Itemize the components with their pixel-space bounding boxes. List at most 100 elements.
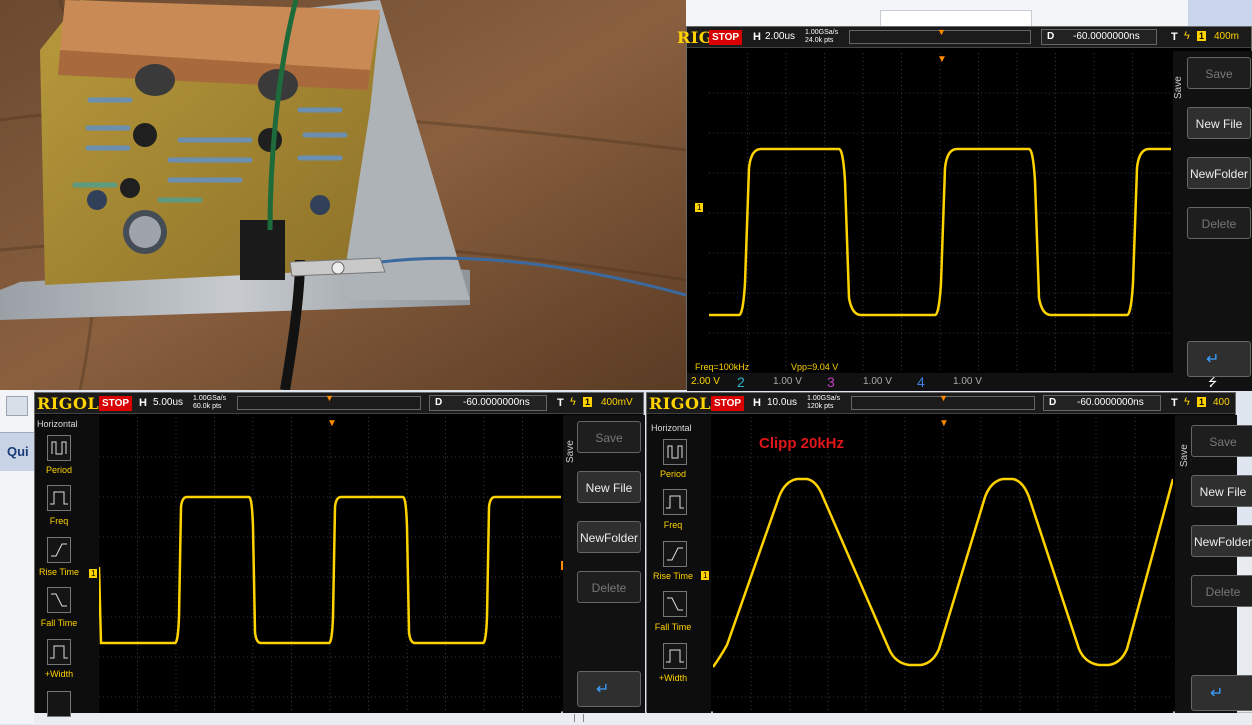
back-button[interactable]: ↵ — [1187, 341, 1251, 377]
save-button[interactable]: Save — [1187, 57, 1251, 89]
trigger-time-marker: ▼ — [937, 54, 947, 65]
channel-bar: 2.00 V 2 1.00 V 3 1.00 V 4 1.00 V — [687, 373, 1173, 391]
run-stop-status[interactable]: STOP — [99, 396, 133, 411]
new-file-button[interactable]: New File — [577, 471, 641, 503]
period-icon[interactable] — [47, 435, 71, 461]
save-button[interactable]: Save — [1191, 425, 1252, 457]
frequency-label: Freq — [49, 516, 69, 526]
delete-button[interactable]: Delete — [577, 571, 641, 603]
ch1-marker: 1 — [695, 203, 704, 212]
trigger-level: 400mV — [601, 397, 633, 408]
horizontal-menu: Horizontal Period Freq Rise Time Fall Ti… — [35, 415, 99, 717]
new-folder-button[interactable]: NewFolder — [577, 521, 641, 553]
trigger-time-marker: ▼ — [327, 418, 337, 429]
new-file-button[interactable]: New File — [1191, 475, 1252, 507]
delete-button[interactable]: Delete — [1191, 575, 1252, 607]
rise-time-icon[interactable] — [47, 537, 71, 563]
positive-width-icon[interactable] — [47, 639, 71, 665]
return-arrow-icon: ↵ — [1210, 685, 1224, 702]
trigger-label: T — [557, 397, 564, 409]
trigger-source: 1 — [1197, 397, 1207, 407]
fall-time-icon[interactable] — [47, 587, 71, 613]
trigger-label: T — [1171, 397, 1178, 409]
amplifier-board-image — [0, 0, 686, 390]
ch3-label[interactable]: 3 — [827, 374, 835, 390]
negative-width-icon[interactable] — [47, 691, 71, 717]
fall-time-label: Fall Time — [40, 618, 78, 628]
rise-time-icon[interactable] — [663, 541, 687, 567]
ch2-label[interactable]: 2 — [737, 374, 745, 390]
delay-value: -60.0000000ns — [1077, 397, 1144, 408]
frequency-icon[interactable] — [47, 485, 71, 511]
scope-top-right-toolbar: RIGOL STOP H 2.00us 1.00GSa/s24.0k pts ▼… — [677, 27, 1251, 48]
rigol-logo: RIGOL — [37, 394, 100, 413]
rise-time-label: Rise Time — [38, 567, 79, 577]
save-panel-bottom-right: Save Save New File NewFolder Delete ↵ — [1175, 415, 1252, 713]
scope-bottom-right-toolbar: RIGOL STOP H 10.0us 1.00GSa/s 120k pts ▼ … — [647, 393, 1235, 414]
sample-rate: 1.00GSa/s 24.0k pts — [805, 29, 839, 44]
delay-label: D — [1047, 31, 1055, 42]
time-per-div[interactable]: 5.00us — [153, 397, 183, 408]
ch1-marker: 1 — [701, 571, 710, 580]
trigger-edge-icon: ϟ — [1184, 396, 1190, 408]
usb-icon: ⭍ — [1208, 377, 1218, 389]
period-label: Period — [659, 469, 686, 479]
fall-time-label: Fall Time — [654, 622, 692, 632]
grid-lines — [713, 417, 1173, 713]
scope-bottom-left: RIGOL STOP H 5.00us 1.00GSa/s 60.0k pts ▼… — [34, 392, 645, 717]
back-button[interactable]: ↵ — [1191, 675, 1252, 711]
period-icon[interactable] — [663, 439, 687, 465]
delay-value: -60.0000000ns — [1073, 31, 1140, 42]
scope-top-right: RIGOL STOP H 2.00us 1.00GSa/s24.0k pts ▼… — [677, 26, 1252, 391]
trigger-source: 1 — [1197, 31, 1207, 41]
save-button[interactable]: Save — [577, 421, 641, 453]
new-file-button[interactable]: New File — [1187, 107, 1251, 139]
frequency-label: Freq — [663, 520, 683, 530]
back-button[interactable]: ↵ — [577, 671, 641, 707]
delay-value: -60.0000000ns — [463, 397, 530, 408]
horizontal-scrollbar[interactable] — [34, 712, 1252, 725]
new-folder-button[interactable]: NewFolder — [1191, 525, 1252, 557]
positive-width-label: +Width — [44, 669, 74, 679]
run-stop-status[interactable]: STOP — [709, 30, 743, 45]
background-window-app-icon — [6, 396, 28, 416]
horizontal-menu-title: Horizontal — [37, 419, 78, 429]
positive-width-label: +Width — [658, 673, 688, 683]
ch4-scale: 1.00 V — [953, 376, 982, 387]
fall-time-icon[interactable] — [663, 591, 687, 617]
new-folder-button[interactable]: NewFolder — [1187, 157, 1251, 189]
trigger-time-marker: ▼ — [939, 418, 949, 429]
time-per-div[interactable]: 2.00us — [765, 31, 795, 42]
save-side-label: Save — [1179, 444, 1190, 467]
period-label: Period — [45, 465, 72, 475]
ch1-marker: 1 — [89, 569, 98, 578]
delay-label: D — [1049, 397, 1057, 408]
ch2-scale: 1.00 V — [773, 376, 802, 387]
waveform-grid-bottom-left — [99, 417, 561, 713]
horizontal-label: H — [753, 31, 761, 43]
ch1-scale[interactable]: 2.00 V — [691, 376, 720, 387]
trigger-edge-icon: ϟ — [1184, 30, 1190, 42]
frequency-icon[interactable] — [663, 489, 687, 515]
save-side-label: Save — [1173, 76, 1184, 99]
time-per-div[interactable]: 10.0us — [767, 397, 797, 408]
trigger-position-icon: ▼ — [325, 393, 334, 403]
delay-label: D — [435, 397, 443, 408]
scope-bottom-right: RIGOL STOP H 10.0us 1.00GSa/s 120k pts ▼ … — [646, 392, 1252, 713]
ch3-scale: 1.00 V — [863, 376, 892, 387]
save-side-label: Save — [565, 440, 576, 463]
background-window-edge — [1188, 0, 1252, 26]
delete-button[interactable]: Delete — [1187, 207, 1251, 239]
trigger-label: T — [1171, 31, 1178, 43]
rise-time-label: Rise Time — [652, 571, 693, 581]
trigger-edge-icon: ϟ — [570, 396, 576, 408]
sample-rate: 1.00GSa/s 60.0k pts — [193, 395, 227, 410]
positive-width-icon[interactable] — [663, 643, 687, 669]
trigger-level: 400 — [1213, 397, 1230, 408]
grid-lines — [709, 53, 1171, 373]
horizontal-label: H — [753, 397, 761, 409]
run-stop-status[interactable]: STOP — [711, 396, 745, 411]
trigger-level: 400m — [1214, 31, 1240, 42]
ch4-label[interactable]: 4 — [917, 374, 925, 390]
sample-rate: 1.00GSa/s 120k pts — [807, 395, 841, 410]
